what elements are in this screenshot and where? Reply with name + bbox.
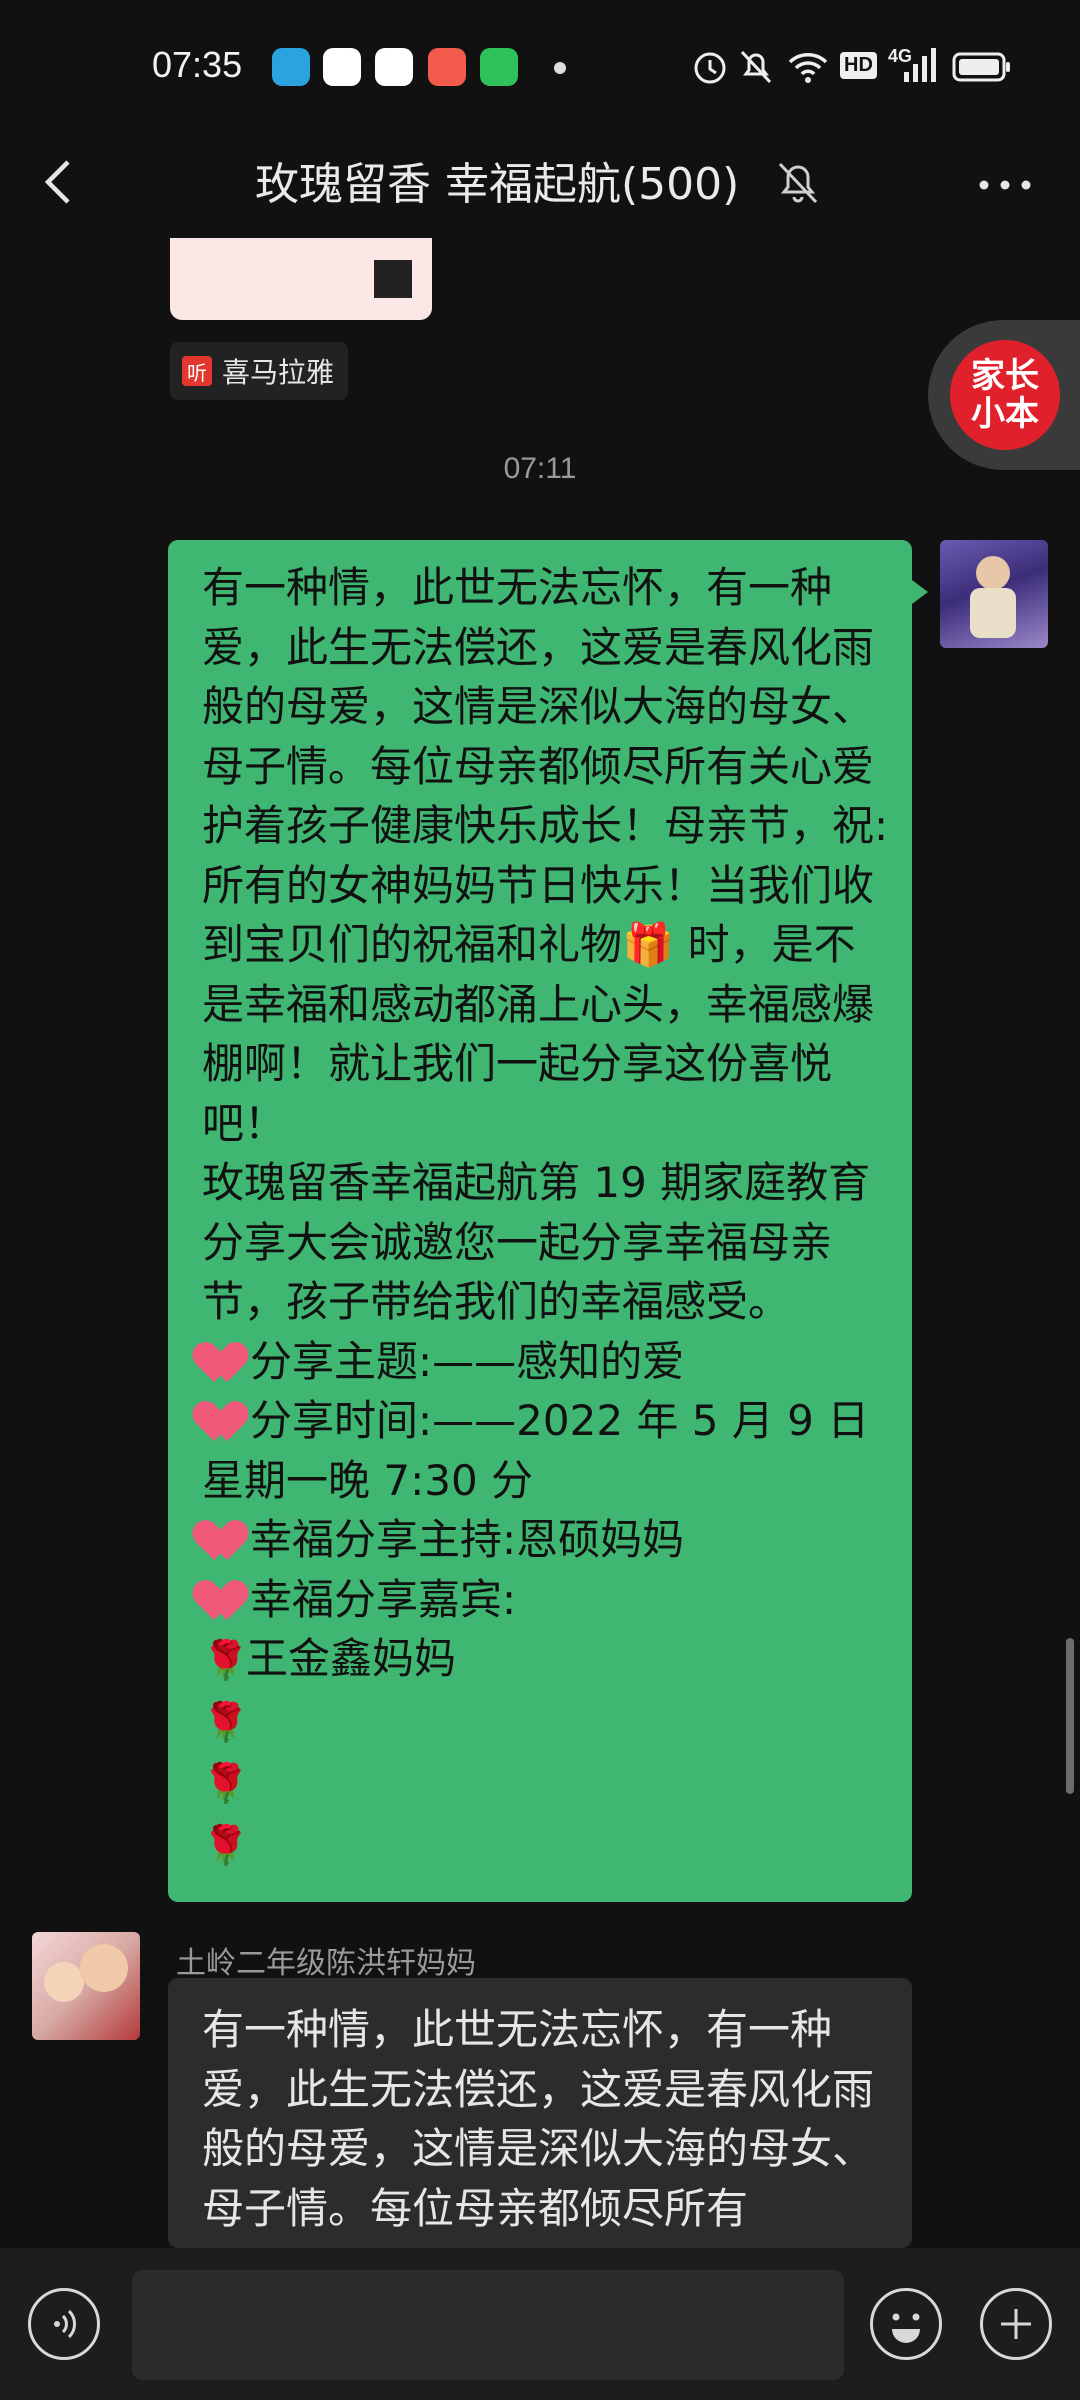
rose-icon: 🌹 [202, 1822, 250, 1867]
rose-icon: 🌹 [202, 1761, 250, 1805]
chat-title: 玫瑰留香 幸福起航(500) [255, 159, 740, 210]
list-item: 幸福分享嘉宾: [202, 1570, 890, 1630]
list-item-text: 幸福分享主持:恩硕妈妈 [250, 1515, 685, 1564]
my-avatar[interactable] [940, 540, 1048, 648]
photo-app-icon [428, 48, 466, 86]
plus-icon [1001, 2309, 1031, 2339]
wechat-mini-icon [480, 48, 518, 86]
list-item-text: 幸福分享嘉宾: [250, 1574, 517, 1624]
rose-icon: 🌹 [202, 1638, 250, 1682]
chat-scrollbar[interactable] [1066, 1638, 1074, 1794]
guest-item: 🌹 [202, 1814, 890, 1876]
emoji-button[interactable] [870, 2288, 942, 2360]
list-item-text: 分享主题:——感知的爱 [250, 1336, 685, 1386]
card-source-name: 喜马拉雅 [222, 356, 335, 389]
message-paragraph: 玫瑰留香幸福起航第 19 期家庭教育分享大会诚邀您一起分享幸福母亲节，孩子带给我… [202, 1158, 871, 1326]
wifi-icon [788, 53, 828, 83]
baidu-icon [375, 48, 413, 86]
floating-button-label: 家长 小本 [950, 340, 1060, 450]
signal-icon [904, 48, 936, 82]
list-item: 分享时间:——2022 年 5 月 9 日星期一晚 7:30 分 [202, 1391, 890, 1510]
shared-audio-card[interactable] [170, 238, 432, 320]
list-item: 分享主题:——感知的爱 [202, 1332, 890, 1392]
heart-icon [202, 1399, 250, 1441]
status-bar: 07:35 HD 4G [0, 0, 1080, 130]
battery-icon [952, 52, 1010, 82]
guest-item: 🌹 [202, 1691, 890, 1753]
message-timestamp: 07:11 [503, 452, 577, 485]
input-bar [0, 2248, 1080, 2400]
rose-icon: 🌹 [202, 1699, 250, 1744]
mute-icon [740, 50, 772, 84]
more-functions-button[interactable] [980, 2288, 1052, 2360]
my-message-bubble[interactable]: 有一种情，此世无法忘怀，有一种爱，此生无法偿还，这爱是春风化雨般的母爱，这情是深… [168, 540, 928, 1902]
floating-parent-notebook-button[interactable]: 家长 小本 [928, 320, 1080, 470]
voice-input-button[interactable] [28, 2288, 100, 2360]
notification-dot-icon [554, 62, 566, 74]
back-arrow-icon[interactable] [30, 152, 90, 212]
chat-header: 玫瑰留香 幸福起航(500) [0, 130, 1080, 240]
guest-item: 🌹王金鑫妈妈 [202, 1629, 890, 1691]
muted-bell-icon [778, 162, 818, 204]
message-paragraph: 有一种情，此世无法忘怀，有一种爱，此生无法偿还，这爱是春风化雨般的母爱，这情是深… [202, 563, 889, 1148]
telegram-icon [272, 48, 310, 86]
status-time: 07:35 [152, 44, 243, 85]
more-options-icon[interactable] [970, 160, 1040, 210]
card-source-tag: 听 喜马拉雅 [170, 342, 349, 400]
ximalaya-icon: 听 [182, 356, 212, 386]
heart-icon [202, 1518, 250, 1560]
voice-icon [54, 2309, 76, 2339]
list-item: 幸福分享主持:恩硕妈妈 [202, 1510, 890, 1570]
video-app-icon [323, 48, 361, 86]
other-message-bubble[interactable]: 有一种情，此世无法忘怀，有一种爱，此生无法偿还，这爱是春风化雨般的母爱，这情是深… [168, 1978, 912, 2248]
heart-icon [202, 1340, 250, 1382]
message-paragraph: 有一种情，此世无法忘怀，有一种爱，此生无法偿还，这爱是春风化雨般的母爱，这情是深… [202, 2005, 875, 2233]
sender-name: 土岭二年级陈洪轩妈妈 [176, 1946, 476, 1981]
guest-item: 🌹 [202, 1752, 890, 1814]
hd-badge: HD [840, 52, 877, 79]
qr-code-icon [374, 260, 412, 298]
heart-icon [202, 1578, 250, 1620]
message-input[interactable] [132, 2270, 844, 2380]
guest-name: 王金鑫妈妈 [246, 1634, 457, 1683]
list-item-text: 分享时间:——2022 年 5 月 9 日星期一晚 7:30 分 [202, 1396, 870, 1505]
alarm-icon [694, 52, 726, 84]
sender-avatar[interactable] [32, 1932, 140, 2040]
smiley-icon [892, 2313, 920, 2343]
